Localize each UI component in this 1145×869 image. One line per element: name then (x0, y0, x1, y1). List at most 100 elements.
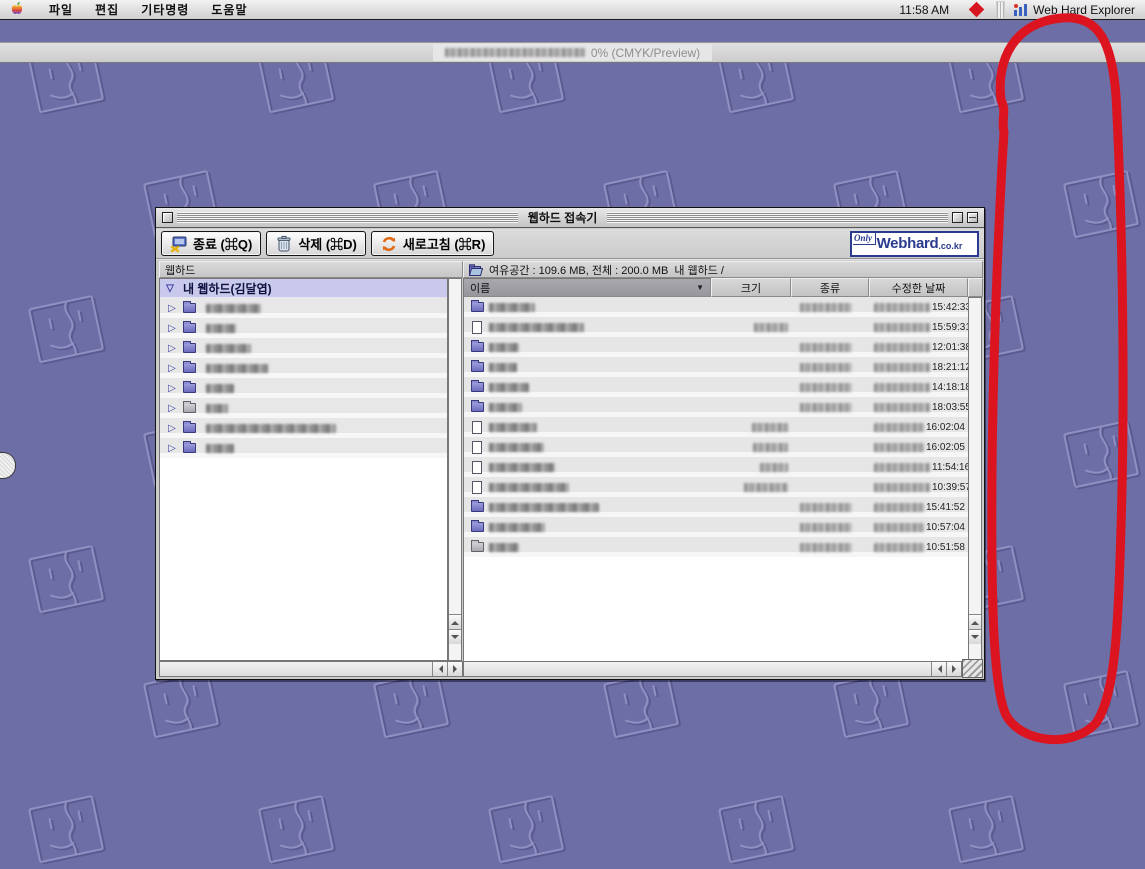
alert-diamond-icon[interactable] (969, 2, 985, 18)
tree-item[interactable]: ▷ (160, 378, 447, 398)
file-row[interactable]: 10:51:58 (464, 537, 968, 557)
file-row[interactable]: 18:21:12 (464, 357, 968, 377)
folder-icon (471, 362, 484, 372)
tree-item[interactable]: ▷ (160, 438, 447, 458)
redacted-text (206, 304, 261, 313)
tree-item[interactable]: ▷ (160, 298, 447, 318)
collapse-arrow-icon[interactable]: ▽ (164, 283, 176, 294)
tree-root-label: 내 웹하드(김달엽) (183, 280, 272, 297)
file-row[interactable]: 15:59:31 (464, 317, 968, 337)
redacted-text (489, 443, 544, 452)
column-header-date[interactable]: 수정한 날짜 (869, 278, 968, 297)
menu-file[interactable]: 파일 (38, 0, 84, 20)
file-row[interactable]: 16:02:05 (464, 437, 968, 457)
scroll-right-button[interactable] (946, 662, 961, 676)
tree-item[interactable]: ▷ (160, 418, 447, 438)
expand-arrow-icon[interactable]: ▷ (166, 403, 178, 414)
menu-other-commands[interactable]: 기타명령 (130, 0, 200, 20)
redacted-text (800, 343, 852, 352)
column-header-size[interactable]: 크기 (711, 278, 791, 297)
tree-item[interactable]: ▷ (160, 398, 447, 418)
folder-icon (183, 383, 196, 393)
column-headers: 이름 ▼ 크기 종류 수정한 날짜 (463, 278, 983, 297)
close-box-icon[interactable] (162, 212, 173, 223)
file-row[interactable]: 10:39:57 (464, 477, 968, 497)
modified-time: 10:57:04 (926, 522, 965, 533)
scroll-left-button[interactable] (432, 662, 447, 676)
file-row[interactable]: 11:54:16 (464, 457, 968, 477)
webhard-logo[interactable]: Only Webhard .co.kr (850, 231, 979, 257)
modified-time: 15:41:52 (926, 502, 965, 513)
expand-arrow-icon[interactable]: ▷ (166, 363, 178, 374)
tree-vertical-scrollbar[interactable] (448, 278, 462, 661)
menu-edit[interactable]: 편집 (84, 0, 130, 20)
list-horizontal-scrollbar[interactable] (463, 661, 962, 677)
menu-clock[interactable]: 11:58 AM (889, 3, 959, 17)
tree-item[interactable]: ▷ (160, 338, 447, 358)
tree-items: ▷ ▷ ▷ ▷ ▷ ▷ ▷ ▷ (160, 298, 447, 458)
file-icon (472, 441, 482, 454)
scroll-left-button[interactable] (931, 662, 946, 676)
redacted-text (874, 343, 930, 352)
file-row[interactable]: 18:03:55 (464, 397, 968, 417)
zoom-box-icon[interactable] (952, 212, 963, 223)
window-resize-grip[interactable] (962, 659, 983, 678)
window-titlebar[interactable]: 웹하드 접속기 (156, 208, 984, 228)
redacted-text (874, 523, 924, 532)
column-header-name[interactable]: 이름 ▼ (463, 278, 711, 297)
tree-item[interactable]: ▷ (160, 358, 447, 378)
expand-arrow-icon[interactable]: ▷ (166, 303, 178, 314)
refresh-button[interactable]: 새로고침 (⌘R) (371, 231, 495, 256)
tree-root-item[interactable]: ▽ 내 웹하드(김달엽) (160, 279, 447, 298)
folder-icon (183, 443, 196, 453)
scroll-up-button[interactable] (449, 614, 461, 629)
file-icon (472, 421, 482, 434)
background-window-title: 0% (CMYK/Preview) (591, 46, 700, 60)
current-path-label: 내 웹하드 / (674, 262, 724, 278)
tree-item[interactable]: ▷ (160, 318, 447, 338)
file-row[interactable]: 15:42:33 (464, 297, 968, 317)
scroll-up-button[interactable] (969, 614, 981, 629)
webhard-window: 웹하드 접속기 종료 (⌘Q) 삭제 (155, 207, 985, 680)
file-row[interactable]: 14:18:18 (464, 377, 968, 397)
modified-time: 16:02:04 (926, 422, 965, 433)
apple-menu-icon[interactable] (10, 2, 24, 17)
modified-time: 10:51:58 (926, 542, 965, 553)
redacted-text (489, 503, 599, 512)
quit-button-label: 종료 (⌘Q) (193, 234, 252, 253)
expand-arrow-icon[interactable]: ▷ (166, 323, 178, 334)
folder-icon (471, 542, 484, 552)
column-header-type[interactable]: 종류 (791, 278, 869, 297)
file-row[interactable]: 16:02:04 (464, 417, 968, 437)
redacted-text (489, 363, 517, 372)
menu-help[interactable]: 도움말 (200, 0, 258, 20)
expand-arrow-icon[interactable]: ▷ (166, 343, 178, 354)
toolbar: 종료 (⌘Q) 삭제 (⌘D) 새로고침 (⌘R) (156, 229, 984, 260)
file-row[interactable]: 12:01:38 (464, 337, 968, 357)
scroll-down-button[interactable] (449, 629, 461, 644)
expand-arrow-icon[interactable]: ▷ (166, 383, 178, 394)
collapse-box-icon[interactable] (967, 212, 978, 223)
list-vertical-scrollbar[interactable] (968, 297, 982, 661)
popup-window-edge-tab[interactable] (0, 452, 16, 479)
redacted-text (206, 364, 268, 373)
redacted-text (206, 424, 336, 433)
redacted-text (760, 463, 788, 472)
scroll-right-button[interactable] (447, 662, 462, 676)
delete-button-label: 삭제 (⌘D) (298, 234, 357, 253)
quit-button[interactable]: 종료 (⌘Q) (161, 231, 261, 256)
tree-horizontal-scrollbar[interactable] (159, 661, 463, 677)
expand-arrow-icon[interactable]: ▷ (166, 423, 178, 434)
application-switcher[interactable]: Web Hard Explorer (1007, 2, 1145, 17)
file-row[interactable]: 15:41:52 (464, 497, 968, 517)
scroll-down-button[interactable] (969, 629, 981, 644)
titlebar-stripes (607, 212, 948, 223)
redacted-text (489, 483, 569, 492)
window-title: 웹하드 접속기 (520, 209, 606, 226)
folder-icon (471, 342, 484, 352)
file-row[interactable]: 10:57:04 (464, 517, 968, 537)
delete-button[interactable]: 삭제 (⌘D) (266, 231, 366, 256)
tree-panel-header-label: 웹하드 (165, 262, 195, 278)
background-window-titlebar[interactable]: 0% (CMYK/Preview) (0, 42, 1145, 63)
expand-arrow-icon[interactable]: ▷ (166, 443, 178, 454)
